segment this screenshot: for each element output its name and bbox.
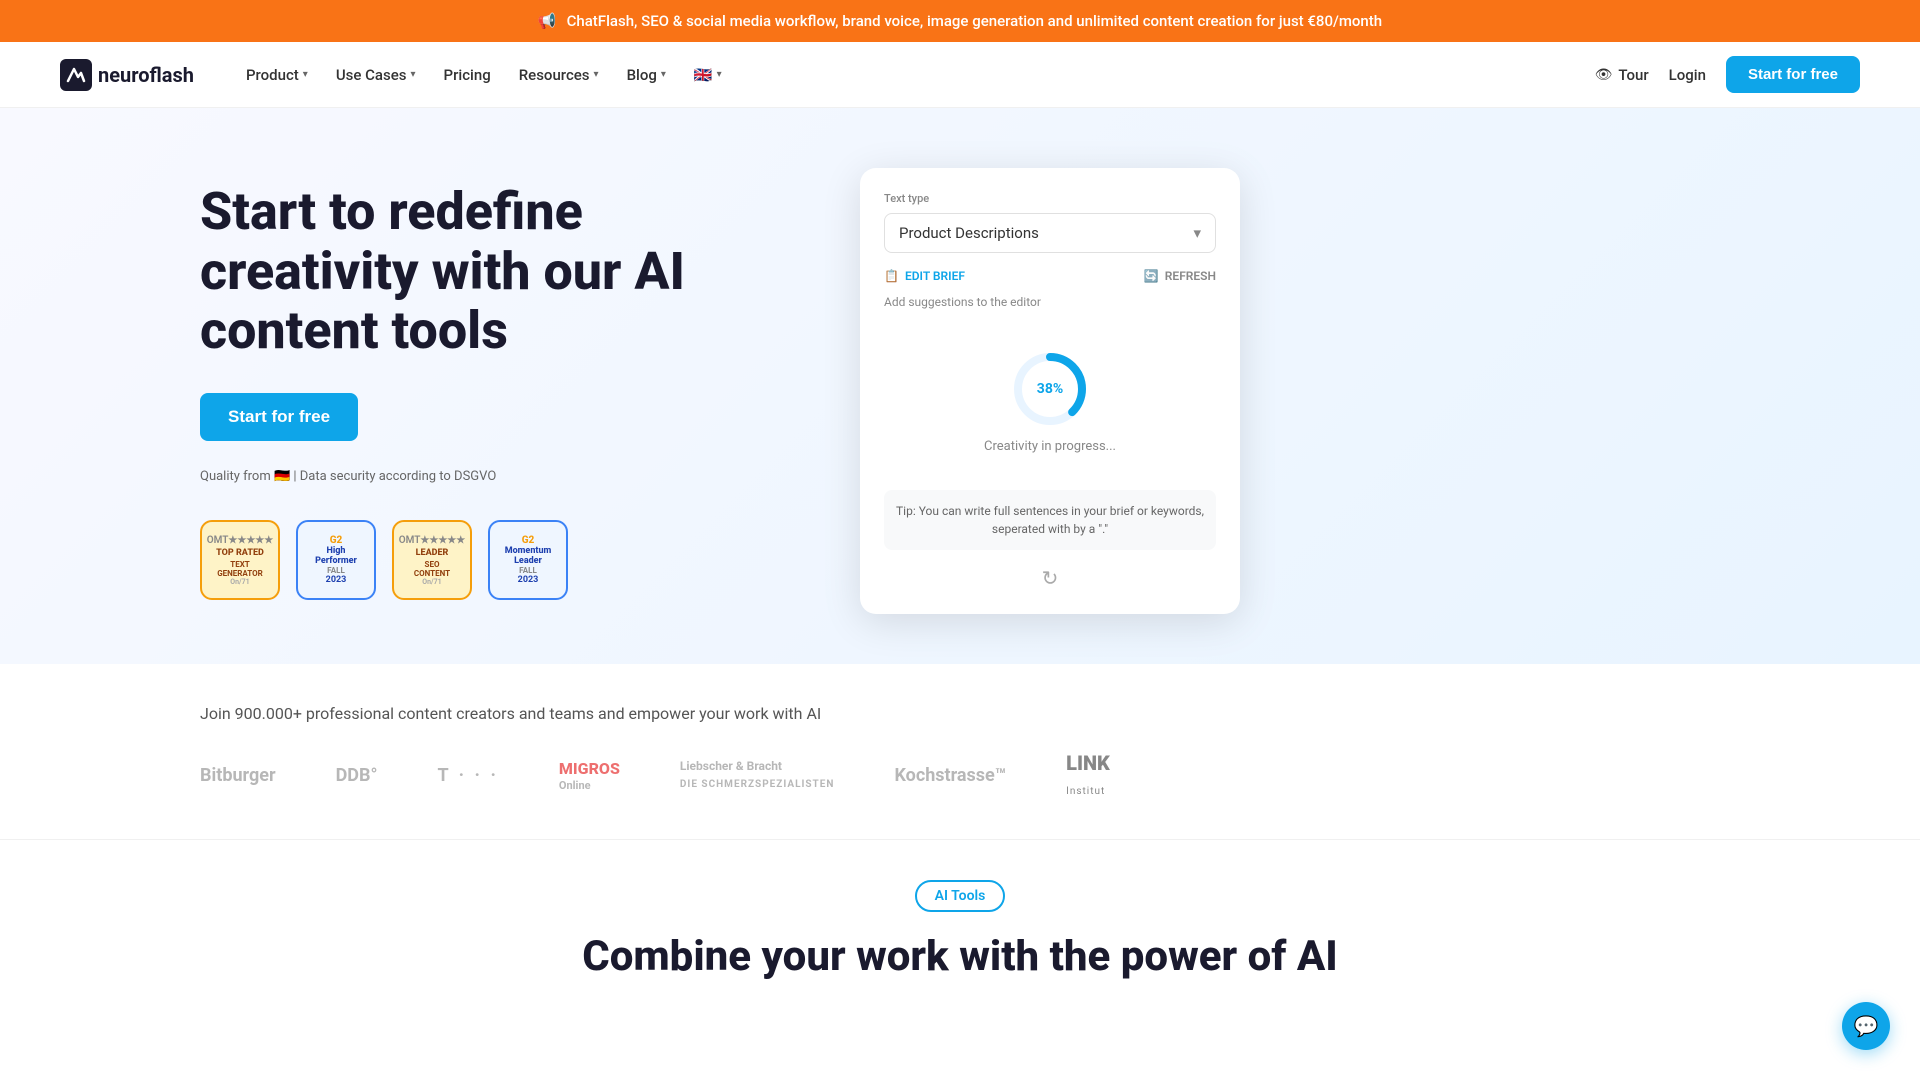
chevron-down-icon: ▾ xyxy=(717,69,722,80)
text-type-label: Text type xyxy=(884,192,1216,205)
brand-link: LINKInstitut xyxy=(1066,751,1110,799)
eye-icon: 👁 xyxy=(1595,67,1613,83)
logo[interactable]: neuroflash xyxy=(60,59,194,91)
hero-title: Start to redefine creativity with our AI… xyxy=(200,182,780,361)
demo-card-container: Text type Product Descriptions ▾ 📋 EDIT … xyxy=(860,168,1240,614)
award-badge-high-performer: G2 High Performer FALL 2023 xyxy=(296,520,376,600)
chevron-down-icon: ▾ xyxy=(303,69,308,80)
promo-banner: 📢 ChatFlash, SEO & social media workflow… xyxy=(0,0,1920,42)
banner-text: ChatFlash, SEO & social media workflow, … xyxy=(567,12,1383,30)
brand-bitburger: Bitburger xyxy=(200,765,276,786)
brand-ddb: DDB° xyxy=(336,765,378,786)
hero-cta-button[interactable]: Start for free xyxy=(200,393,358,441)
demo-card: Text type Product Descriptions ▾ 📋 EDIT … xyxy=(860,168,1240,614)
main-nav: neuroflash Product ▾ Use Cases ▾ Pricing… xyxy=(0,42,1920,108)
chevron-down-icon: ▾ xyxy=(661,69,666,80)
demo-actions: 📋 EDIT BRIEF 🔄 REFRESH xyxy=(884,269,1216,283)
demo-footer: ↻ xyxy=(884,566,1216,590)
logo-text: neuroflash xyxy=(98,63,194,87)
creativity-label: Creativity in progress... xyxy=(984,439,1116,454)
award-badge-top-rated: OMT★★★★★ TOP RATED TEXT GENERATOR On/71 xyxy=(200,520,280,600)
quality-badge: Quality from 🇩🇪 | Data security accordin… xyxy=(200,469,780,484)
tip-text: Tip: You can write full sentences in you… xyxy=(896,504,1204,536)
creativity-progress: 38% Creativity in progress... xyxy=(884,329,1216,490)
award-badge-momentum: G2 Momentum Leader FALL 2023 xyxy=(488,520,568,600)
chevron-down-icon: ▾ xyxy=(594,69,599,80)
award-badges: OMT★★★★★ TOP RATED TEXT GENERATOR On/71 … xyxy=(200,520,780,600)
chevron-down-icon: ▾ xyxy=(1193,224,1201,242)
quality-text: Quality from 🇩🇪 | Data security accordin… xyxy=(200,469,496,484)
nav-use-cases[interactable]: Use Cases ▾ xyxy=(336,66,416,84)
progress-circle: 38% xyxy=(1010,349,1090,429)
nav-right: 👁 Tour Login Start for free xyxy=(1595,56,1860,93)
progress-percent: 38% xyxy=(1037,381,1063,397)
nav-blog[interactable]: Blog ▾ xyxy=(627,66,666,84)
start-free-nav-button[interactable]: Start for free xyxy=(1726,56,1860,93)
ai-tools-badge: AI Tools xyxy=(915,880,1006,912)
megaphone-icon: 📢 xyxy=(538,12,557,30)
chevron-down-icon: ▾ xyxy=(410,69,415,80)
ai-tools-section: AI Tools Combine your work with the powe… xyxy=(0,840,1920,1001)
language-selector[interactable]: 🇬🇧 ▾ xyxy=(694,66,722,84)
social-proof-section: Join 900.000+ professional content creat… xyxy=(0,664,1920,839)
rotate-icon: ↻ xyxy=(1042,566,1059,590)
chat-icon: 💬 xyxy=(1854,1014,1879,1038)
nav-items: Product ▾ Use Cases ▾ Pricing Resources … xyxy=(246,66,1563,84)
selected-type-text: Product Descriptions xyxy=(899,224,1039,242)
section-title: Combine your work with the power of AI xyxy=(200,932,1720,981)
login-button[interactable]: Login xyxy=(1669,66,1706,84)
text-type-dropdown[interactable]: Product Descriptions ▾ xyxy=(884,213,1216,253)
uk-flag-icon: 🇬🇧 xyxy=(694,66,713,84)
nav-product[interactable]: Product ▾ xyxy=(246,66,308,84)
brand-logos: Bitburger DDB° T · · · MIGROS Online Lie… xyxy=(200,751,1720,799)
award-badge-leader: OMT★★★★★ LEADER SEO CONTENT On/71 xyxy=(392,520,472,600)
edit-icon: 📋 xyxy=(884,269,899,283)
edit-brief-button[interactable]: 📋 EDIT BRIEF xyxy=(884,269,965,283)
hero-section: Start to redefine creativity with our AI… xyxy=(0,108,1920,664)
nav-pricing[interactable]: Pricing xyxy=(444,66,491,84)
brand-migros: MIGROS Online xyxy=(559,758,620,792)
refresh-button[interactable]: 🔄 REFRESH xyxy=(1144,269,1216,283)
refresh-icon: 🔄 xyxy=(1144,269,1159,283)
brand-telekom: T · · · xyxy=(437,765,498,786)
brand-liebscher: Liebscher & BrachtDIE SCHMERZSPEZIALISTE… xyxy=(680,758,835,792)
hero-left: Start to redefine creativity with our AI… xyxy=(200,182,780,600)
tour-button[interactable]: 👁 Tour xyxy=(1595,66,1649,84)
brand-kochstrasse: Kochstrasse™ xyxy=(894,765,1006,786)
nav-resources[interactable]: Resources ▾ xyxy=(519,66,599,84)
join-text: Join 900.000+ professional content creat… xyxy=(200,704,1720,723)
tip-box: Tip: You can write full sentences in you… xyxy=(884,490,1216,550)
chat-button[interactable]: 💬 xyxy=(1842,1002,1890,1050)
add-suggestions-hint: Add suggestions to the editor xyxy=(884,295,1216,309)
